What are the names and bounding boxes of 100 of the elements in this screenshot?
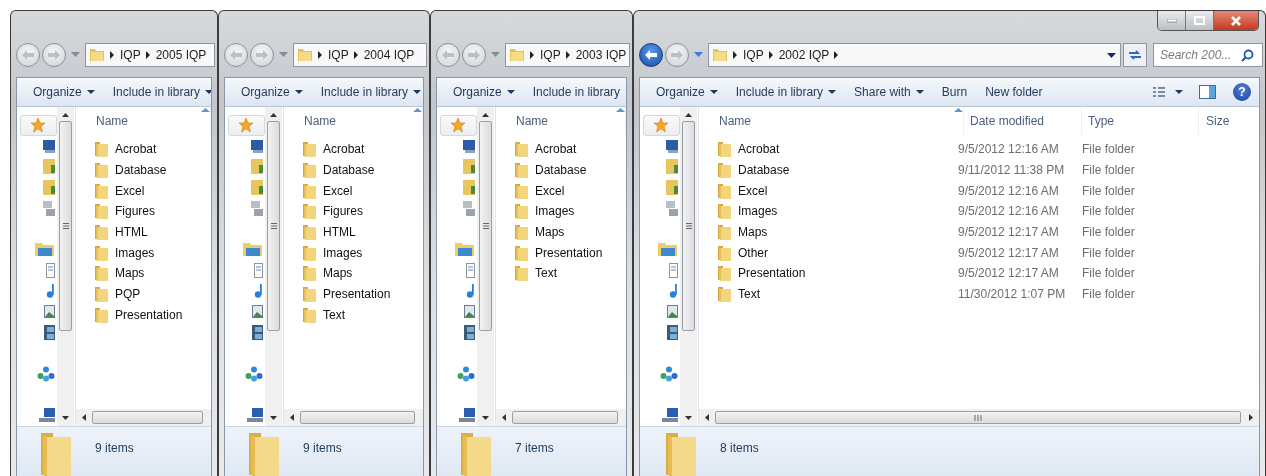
document-icon[interactable] [46,262,55,278]
horizontal-scrollbar[interactable] [699,409,1259,426]
homegroup-icon[interactable] [37,365,55,382]
column-header[interactable]: Name [284,107,423,135]
scroll-up-icon[interactable] [270,113,277,117]
breadcrumb-item[interactable]: 2003 IQP [575,48,627,62]
folder-icon[interactable] [43,159,55,175]
scroll-down-icon[interactable] [685,416,692,420]
folder-name[interactable]: Maps [115,266,145,281]
folder-name[interactable]: Acrobat [115,142,157,157]
film-icon[interactable] [44,324,55,340]
breadcrumb-item[interactable]: 2005 IQP [155,48,207,62]
column-header[interactable]: Type [1082,107,1199,135]
vertical-scrollbar[interactable] [57,107,74,426]
folder-name[interactable]: Images [115,245,155,260]
folder-name[interactable]: Presentation [738,266,806,281]
scroll-up-icon[interactable] [482,113,489,117]
folder-icon[interactable] [463,179,475,195]
toolbar-button[interactable]: Include in library [106,82,211,102]
folder-name[interactable]: Acrobat [323,142,365,157]
toolbar-button[interactable]: Include in library [526,82,626,102]
scroll-up-icon[interactable] [62,113,69,117]
desktop-icon[interactable] [251,139,263,154]
star-icon[interactable] [652,117,669,134]
breadcrumb-item[interactable]: IQP [328,48,349,62]
folder-name[interactable]: Presentation [535,245,603,260]
desktop-icon[interactable] [463,139,475,154]
help-button[interactable]: ? [1233,83,1251,101]
folder-name[interactable]: PQP [115,287,141,302]
folder-name[interactable]: Images [323,245,363,260]
horizontal-scrollbar[interactable] [76,409,211,426]
folder-name[interactable]: Maps [535,225,565,240]
homegroup-icon[interactable] [660,365,678,382]
star-icon[interactable] [29,117,46,134]
music-note-icon[interactable] [669,283,678,299]
star-icon[interactable] [449,117,466,134]
maximize-button[interactable] [1186,11,1214,30]
address-dropdown-caret-icon[interactable] [1107,52,1116,58]
toolbar-button[interactable]: Share with [848,82,930,102]
recent-pages-caret-icon[interactable] [279,52,288,58]
folder-name[interactable]: Database [738,163,790,178]
star-icon[interactable] [237,117,254,134]
toolbar-button[interactable]: New folder [979,82,1049,102]
music-note-icon[interactable] [254,283,263,299]
minimize-button[interactable] [1158,11,1186,30]
breadcrumb-item[interactable]: 2002 IQP [778,48,830,62]
folder-name[interactable]: Maps [738,225,768,240]
folder-name[interactable]: Figures [323,204,363,219]
address-bar[interactable]: IQP 2004 IQP [293,43,427,67]
library-icon[interactable] [243,241,263,258]
scroll-thumb[interactable] [59,121,72,331]
chevron-icon[interactable] [318,51,323,59]
folder-icon[interactable] [251,179,263,195]
scroll-thumb[interactable] [479,121,492,331]
breadcrumb-item[interactable]: 2004 IQP [363,48,415,62]
scroll-down-icon[interactable] [482,416,489,420]
chevron-icon[interactable] [145,51,151,59]
desktop-icon[interactable] [666,139,678,154]
folder-icon[interactable] [43,179,55,195]
folder-name[interactable]: Presentation [115,307,183,322]
document-icon[interactable] [254,262,263,278]
folder-name[interactable]: Excel [323,183,353,198]
folder-name[interactable]: Database [115,163,167,178]
folder-name[interactable]: Excel [535,183,565,198]
scroll-thumb[interactable] [92,411,203,424]
recent-pages-caret-icon[interactable] [71,52,80,58]
column-header[interactable]: Name [76,107,211,135]
column-header[interactable]: Name [699,107,964,135]
folder-name[interactable]: Database [535,163,587,178]
desktop-icon[interactable] [43,139,55,154]
folder-name[interactable]: HTML [115,225,148,240]
scroll-left-icon[interactable] [502,414,506,421]
vertical-scrollbar[interactable] [265,107,282,426]
film-icon[interactable] [252,324,263,340]
back-button[interactable] [639,43,663,67]
close-button[interactable] [1214,11,1258,30]
picture-icon[interactable] [667,305,678,319]
scroll-down-icon[interactable] [62,416,69,420]
picture-icon[interactable] [252,305,263,319]
breadcrumb-item[interactable]: IQP [120,48,141,62]
folder-name[interactable]: Text [535,266,557,281]
folder-icon[interactable] [666,159,678,175]
scroll-thumb[interactable] [682,121,695,331]
chevron-icon[interactable] [565,51,571,59]
scroll-thumb[interactable] [715,411,1241,424]
homegroup-icon[interactable] [245,365,263,382]
horizontal-scrollbar[interactable] [496,409,626,426]
scroll-right-icon[interactable] [1249,414,1253,421]
forward-button[interactable] [250,43,274,67]
scroll-left-icon[interactable] [82,414,86,421]
toolbar-button[interactable]: Organize [27,82,101,102]
toolbar-button[interactable]: Organize [235,82,309,102]
recent-pages-caret-icon[interactable] [694,52,703,58]
toolbar-button[interactable]: Include in library [729,82,843,102]
homegroup-icon[interactable] [457,365,475,382]
address-bar[interactable]: IQP 2005 IQP [85,43,215,67]
folder-name[interactable]: Excel [738,183,768,198]
breadcrumb-item[interactable]: IQP [540,48,561,62]
folder-name[interactable]: Images [535,204,575,219]
library-icon[interactable] [455,241,475,258]
